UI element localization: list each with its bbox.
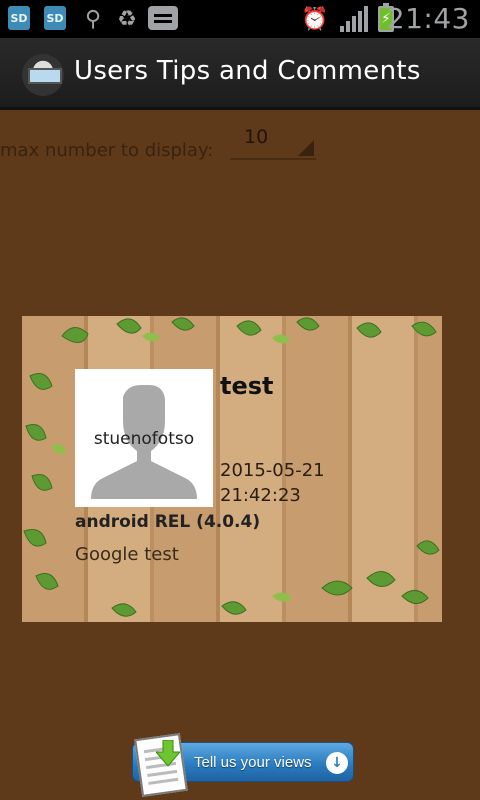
avatar-username: stuenofotso <box>93 429 195 449</box>
chat-icon <box>148 6 178 30</box>
page-title: Users Tips and Comments <box>74 56 421 86</box>
circle-down-icon: ↓ <box>326 752 348 774</box>
comment-card: stuenofotso test 2015-05-21 21:42:23 and… <box>22 316 442 622</box>
alarm-icon: ⏰ <box>301 6 329 32</box>
comment-body: Google test <box>75 544 179 565</box>
sd-card-icon: SD <box>8 6 30 30</box>
max-number-spinner[interactable]: 10 <box>230 118 316 160</box>
spinner-arrow-icon <box>298 140 314 156</box>
app-logo-icon[interactable] <box>22 54 64 96</box>
sd-card-label: SD <box>46 11 64 25</box>
recycle-icon: ♻ <box>117 6 137 32</box>
sd-card-icon: SD <box>44 6 66 30</box>
avatar: stuenofotso <box>75 369 213 507</box>
feedback-button-label: Tell us your views <box>194 754 312 771</box>
max-number-label: max number to display: <box>0 140 214 161</box>
comment-device: android REL (4.0.4) <box>75 512 261 532</box>
action-bar: Users Tips and Comments <box>0 38 480 110</box>
max-number-value: 10 <box>244 126 269 148</box>
signal-icon <box>340 6 370 32</box>
download-arrow-icon <box>156 740 180 767</box>
status-clock: 21:43 <box>386 2 470 35</box>
comment-time: 21:42:23 <box>220 485 301 506</box>
status-bar: SD SD ⚲ ♻ ⏰ ⚡ 21:43 <box>0 0 480 38</box>
comment-date: 2015-05-21 <box>220 460 325 481</box>
comment-title: test <box>220 372 274 400</box>
usb-icon: ⚲ <box>84 6 102 32</box>
comment-timestamp: 2015-05-21 21:42:23 <box>220 458 325 508</box>
sd-card-label: SD <box>10 11 28 25</box>
